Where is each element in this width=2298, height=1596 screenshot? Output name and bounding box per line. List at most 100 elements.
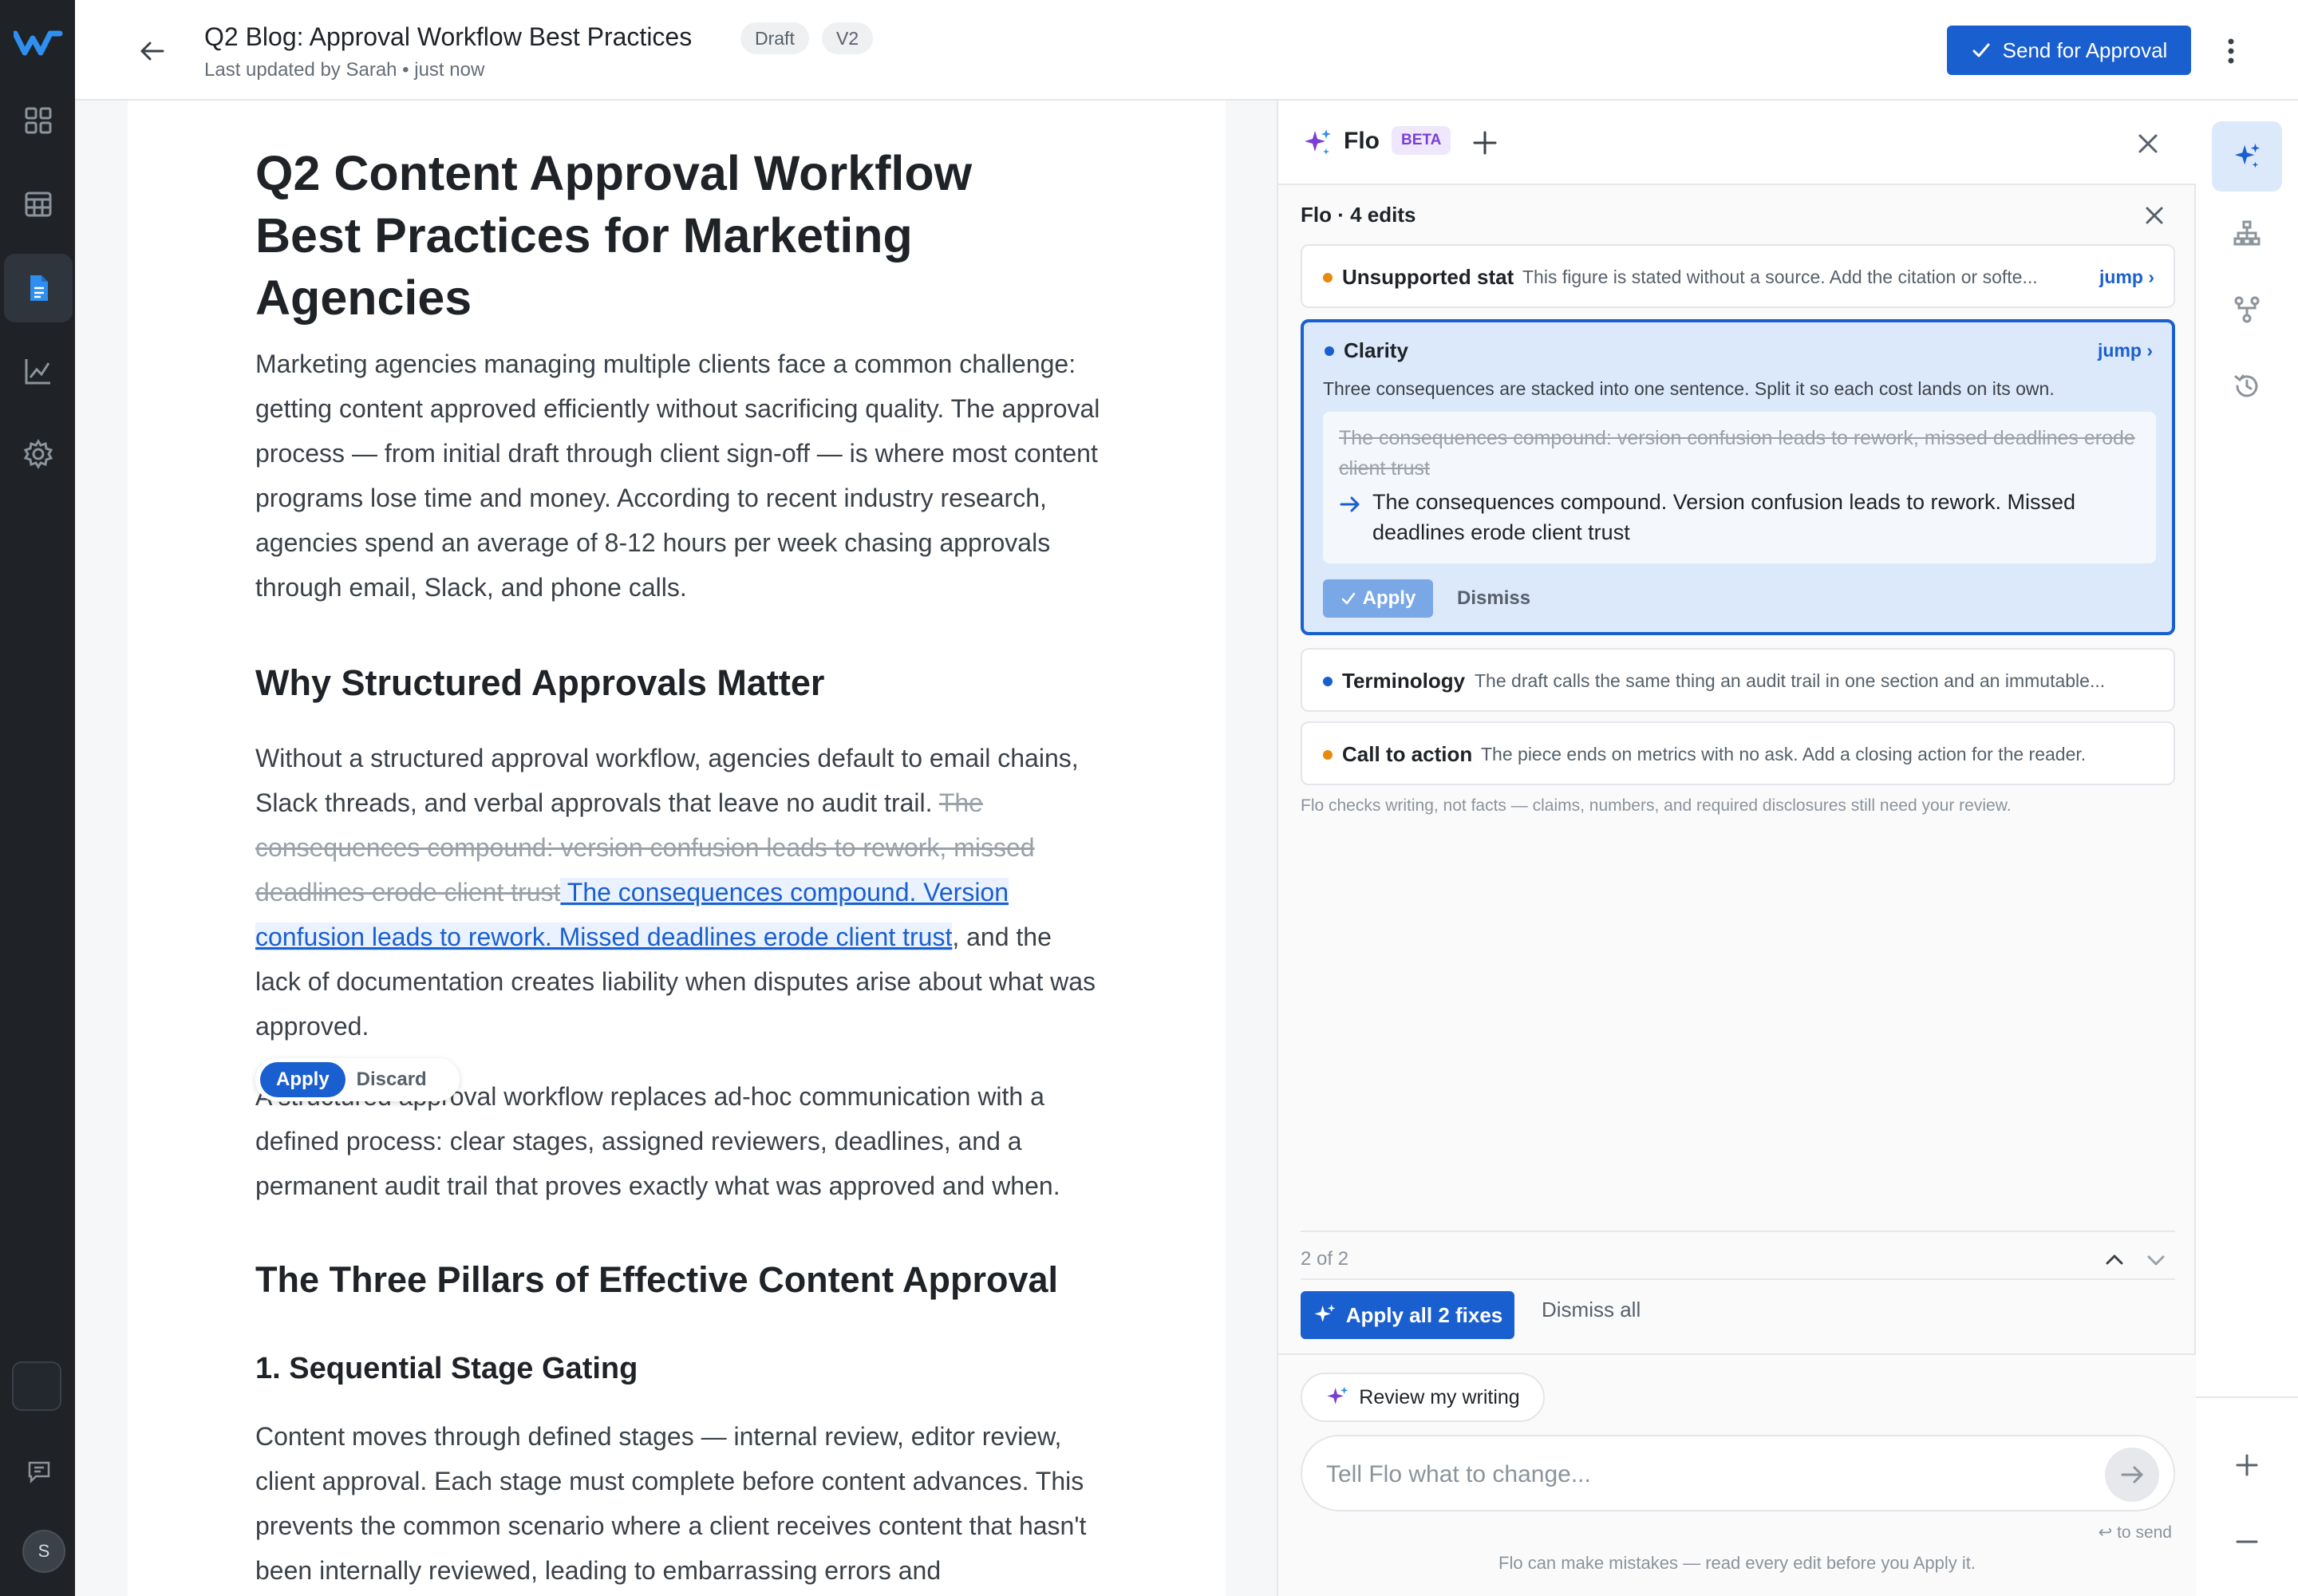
status-badge: Draft <box>740 22 809 54</box>
brand-logo[interactable] <box>14 29 63 57</box>
warning-dot <box>1323 273 1333 282</box>
inline-apply-button[interactable]: Apply <box>260 1062 345 1097</box>
edit-card-description: The draft calls the same thing an audit … <box>1475 670 2106 691</box>
sparkle-icon <box>1305 129 1331 155</box>
nav-analytics[interactable] <box>4 337 73 405</box>
edit-card-title: Clarity <box>1344 338 1408 362</box>
last-updated: Last updated by Sarah • just now <box>204 59 485 81</box>
send-hint: ↩ to send <box>2098 1523 2172 1542</box>
flo-panel-header: Flo BETA <box>1278 101 2196 185</box>
edit-card-title: Terminology <box>1342 669 1466 693</box>
tool-branches[interactable] <box>2212 275 2282 345</box>
jump-link[interactable]: jump › <box>2098 340 2153 361</box>
review-my-writing-label: Review my writing <box>1359 1385 1520 1408</box>
flo-sparkle-icon <box>2234 143 2260 168</box>
paragraph-suggested-edit[interactable]: Without a structured approval workflow, … <box>255 736 1101 1049</box>
inline-discard-button[interactable]: Discard <box>357 1069 427 1091</box>
back-arrow-icon[interactable] <box>136 35 168 67</box>
edit-card-description: Three consequences are stacked into one … <box>1323 378 2055 399</box>
page-title: Q2 Blog: Approval Workflow Best Practice… <box>204 22 693 51</box>
send-for-approval-label: Send for Approval <box>2002 38 2168 62</box>
flo-footnote: Flo can make mistakes — read every edit … <box>1498 1553 1976 1573</box>
arrow-right-icon <box>2121 1466 2143 1483</box>
chevron-up-icon[interactable] <box>2103 1248 2126 1270</box>
edits-summary-title: Flo · 4 edits <box>1301 203 1416 227</box>
check-icon <box>1341 592 1355 605</box>
tool-flo[interactable] <box>2212 121 2282 192</box>
apply-edit-button[interactable]: Apply <box>1323 579 1433 618</box>
avatar[interactable]: S <box>22 1530 65 1573</box>
original-text: The consequences compound: version confu… <box>1339 427 2135 480</box>
zoom-out-icon <box>2236 1540 2258 1543</box>
document-title[interactable]: Q2 Content Approval Workflow Best Practi… <box>255 142 1053 329</box>
chat-icon[interactable] <box>26 1459 52 1484</box>
tool-outline[interactable] <box>2212 198 2282 268</box>
send-for-approval-button[interactable]: Send for Approval <box>1947 26 2191 75</box>
inline-suggestion-toolbar: Apply Discard <box>255 1058 460 1101</box>
dismiss-all-button[interactable]: Dismiss all <box>1542 1298 1641 1322</box>
edit-card-description: This figure is stated without a source. … <box>1522 267 2038 287</box>
dismiss-edit-button[interactable]: Dismiss <box>1457 579 1530 618</box>
divider <box>2196 1396 2298 1398</box>
info-dot <box>1325 346 1334 356</box>
nav-calendar[interactable] <box>4 169 73 238</box>
intro-paragraph[interactable]: Marketing agencies managing multiple cli… <box>255 342 1101 610</box>
send-message-button[interactable] <box>2105 1448 2159 1502</box>
edit-card-unsupported-stat[interactable]: Unsupported stat This figure is stated w… <box>1301 244 2175 308</box>
apply-edit-label: Apply <box>1362 587 1416 609</box>
close-edits-icon[interactable] <box>2145 206 2164 225</box>
zoom-in-icon <box>2236 1454 2258 1476</box>
nav-settings[interactable] <box>4 420 73 488</box>
more-options-icon[interactable] <box>2225 35 2237 67</box>
info-dot <box>1323 677 1333 686</box>
apply-all-label: Apply all 2 fixes <box>1345 1302 1503 1327</box>
flo-title: Flo <box>1344 128 1380 154</box>
heading-why-structured[interactable]: Why Structured Approvals Matter <box>255 662 824 704</box>
divider <box>1301 1231 2175 1232</box>
zoom-in-button[interactable] <box>2212 1430 2282 1500</box>
nav-documents[interactable] <box>4 254 73 322</box>
new-chat-plus-icon[interactable] <box>1470 128 1500 158</box>
sparkle-icon <box>1327 1386 1348 1404</box>
edit-pager: 2 of 2 <box>1301 1248 1349 1270</box>
hierarchy-icon <box>2233 220 2260 246</box>
tool-history[interactable] <box>2212 351 2282 421</box>
flo-composer <box>1301 1435 2175 1511</box>
version-badge[interactable]: V2 <box>822 22 874 54</box>
heading-sequential-gating[interactable]: 1. Sequential Stage Gating <box>255 1352 638 1386</box>
apply-all-fixes-button[interactable]: Apply all 2 fixes <box>1301 1291 1514 1339</box>
edit-card-terminology[interactable]: Terminology The draft calls the same thi… <box>1301 648 2175 712</box>
flo-prompt-input[interactable] <box>1326 1456 2092 1494</box>
chevron-down-icon[interactable] <box>2145 1250 2167 1272</box>
divider <box>1301 1278 2175 1280</box>
document-icon <box>30 275 48 301</box>
jump-link[interactable]: jump › <box>2099 267 2154 288</box>
dashboard-icon <box>25 107 52 134</box>
branch-icon <box>2234 296 2260 323</box>
tool-rail <box>2196 101 2298 1596</box>
review-my-writing-chip[interactable]: Review my writing <box>1301 1373 1545 1422</box>
settings-icon <box>23 439 53 469</box>
edit-card-title: Unsupported stat <box>1342 265 1514 289</box>
heading-three-pillars[interactable]: The Three Pillars of Effective Content A… <box>255 1259 1058 1301</box>
analytics-icon <box>25 359 50 385</box>
arrow-right-icon <box>1340 496 1360 512</box>
app-sidebar: S <box>0 0 75 1596</box>
nav-dashboard[interactable] <box>4 86 73 155</box>
history-icon <box>2234 374 2258 397</box>
document-header: Q2 Blog: Approval Workflow Best Practice… <box>75 0 2298 101</box>
edit-card-call-to-action[interactable]: Call to action The piece ends on metrics… <box>1301 721 2175 785</box>
edit-card-title: Call to action <box>1342 742 1473 766</box>
calendar-icon <box>25 192 52 217</box>
zoom-out-button[interactable] <box>2212 1507 2282 1577</box>
edit-card-description: The piece ends on metrics with no ask. A… <box>1481 744 2087 764</box>
suggested-text: The consequences compound. Version confu… <box>1372 490 2075 544</box>
close-panel-icon[interactable] <box>2137 132 2159 155</box>
edit-card-clarity[interactable]: Clarity jump › Three consequences are st… <box>1301 319 2175 635</box>
suggestion-diff: The consequences compound: version confu… <box>1323 412 2156 563</box>
paragraph-stage-gating[interactable]: Content moves through defined stages — i… <box>255 1414 1101 1593</box>
flo-assistant-panel: Flo BETA Flo · 4 edits Unsupported stat … <box>1277 101 2196 1596</box>
workspace-switcher[interactable] <box>12 1361 61 1411</box>
sparkle-icon <box>1314 1304 1336 1322</box>
warning-dot <box>1323 750 1333 760</box>
